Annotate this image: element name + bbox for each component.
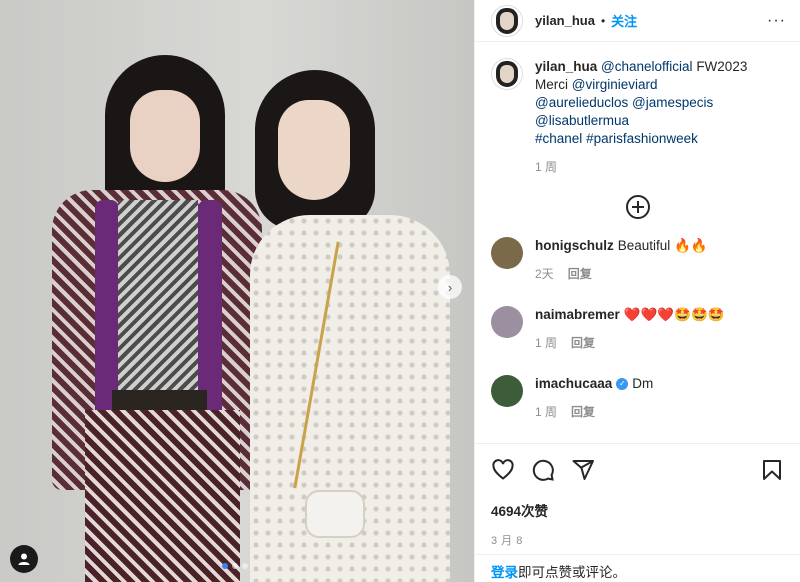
avatar[interactable] xyxy=(491,375,523,407)
model-left-top xyxy=(118,200,198,400)
carousel-dot[interactable] xyxy=(232,563,238,569)
next-icon[interactable]: › xyxy=(438,275,462,299)
caption-username[interactable]: yilan_hua xyxy=(535,59,597,74)
post-date[interactable]: 3 月 8 xyxy=(491,532,784,548)
model-left-face xyxy=(130,90,200,182)
caption-fragment: Merci xyxy=(535,77,572,92)
mention-link[interactable]: @lisabutlermua xyxy=(535,113,629,128)
carousel-dot[interactable] xyxy=(242,563,248,569)
comment-timestamp[interactable]: 1 周 xyxy=(535,334,557,351)
comment-username[interactable]: honigschulz xyxy=(535,238,614,253)
model-left-belt xyxy=(112,390,207,410)
comments-section: yilan_hua @chanelofficial FW2023 Merci @… xyxy=(475,58,800,443)
login-prompt: 登录即可点赞或评论。 xyxy=(475,554,800,582)
carousel-dots xyxy=(222,563,248,569)
more-options-icon[interactable]: ··· xyxy=(767,12,786,30)
comment-body: naimabremer ❤️❤️❤️🤩🤩🤩 xyxy=(535,306,725,324)
post-sidebar: yilan_hua • 关注 ··· yilan_hua @chaneloffi… xyxy=(474,0,800,582)
avatar[interactable] xyxy=(491,4,523,37)
reply-button[interactable]: 回复 xyxy=(571,403,595,420)
avatar[interactable] xyxy=(491,237,523,269)
bookmark-icon[interactable] xyxy=(760,458,784,482)
comment-text: ❤️❤️❤️🤩🤩🤩 xyxy=(623,307,725,322)
caption-timestamp[interactable]: 1 周 xyxy=(535,158,785,175)
hashtag-link[interactable]: #parisfashionweek xyxy=(586,131,698,146)
comment-text: Dm xyxy=(632,376,654,391)
comment-timestamp[interactable]: 1 周 xyxy=(535,403,557,420)
comment-meta: 1 周 回复 xyxy=(535,403,653,420)
caption: yilan_hua @chanelofficial FW2023 Merci @… xyxy=(491,58,784,175)
mention-link[interactable]: @chanelofficial xyxy=(601,59,693,74)
hashtag-link[interactable]: #chanel xyxy=(535,131,582,146)
author-username[interactable]: yilan_hua xyxy=(535,13,595,28)
separator: • xyxy=(600,13,606,28)
heart-icon[interactable] xyxy=(491,458,515,482)
avatar[interactable] xyxy=(491,58,523,90)
share-icon[interactable] xyxy=(571,458,595,482)
comment-item: imachucaaa ✓ Dm 1 周 回复 xyxy=(491,375,784,420)
login-prompt-text: 即可点赞或评论。 xyxy=(518,565,626,580)
post-image[interactable]: › xyxy=(0,0,474,582)
comment-body: honigschulz Beautiful 🔥🔥 xyxy=(535,237,708,255)
post-header: yilan_hua • 关注 ··· xyxy=(475,0,800,42)
tag-user-icon[interactable] xyxy=(10,545,38,573)
comment-meta: 2天 回复 xyxy=(535,265,708,282)
verified-badge-icon: ✓ xyxy=(616,378,629,391)
load-more xyxy=(491,195,784,219)
login-link[interactable]: 登录 xyxy=(491,565,518,580)
comment-body: imachucaaa ✓ Dm xyxy=(535,375,653,393)
comment-timestamp[interactable]: 2天 xyxy=(535,265,554,282)
handbag xyxy=(305,490,365,538)
avatar[interactable] xyxy=(491,306,523,338)
mention-link[interactable]: @virginieviard xyxy=(572,77,658,92)
model-right-face xyxy=(278,100,350,200)
follow-button[interactable]: 关注 xyxy=(611,11,637,30)
mention-link[interactable]: @aurelieduclos xyxy=(535,95,628,110)
comment-username[interactable]: naimabremer xyxy=(535,307,620,322)
comment-icon[interactable] xyxy=(531,458,555,482)
action-bar: 4694次赞 3 月 8 xyxy=(475,443,800,548)
comment-text: Beautiful 🔥🔥 xyxy=(617,238,708,253)
comment-item: naimabremer ❤️❤️❤️🤩🤩🤩 1 周 回复 xyxy=(491,306,784,351)
carousel-dot[interactable] xyxy=(222,563,228,569)
caption-fragment: FW2023 xyxy=(692,59,748,74)
mention-link[interactable]: @jamespecis xyxy=(632,95,713,110)
comment-item: honigschulz Beautiful 🔥🔥 2天 回复 xyxy=(491,237,784,282)
comment-meta: 1 周 回复 xyxy=(535,334,725,351)
reply-button[interactable]: 回复 xyxy=(568,265,592,282)
add-comment-icon[interactable] xyxy=(625,195,650,219)
like-count[interactable]: 4694次赞 xyxy=(491,500,784,520)
reply-button[interactable]: 回复 xyxy=(571,334,595,351)
comment-username[interactable]: imachucaaa xyxy=(535,376,612,391)
caption-text: yilan_hua @chanelofficial FW2023 Merci @… xyxy=(535,58,785,148)
model-left-skirt xyxy=(85,410,240,582)
